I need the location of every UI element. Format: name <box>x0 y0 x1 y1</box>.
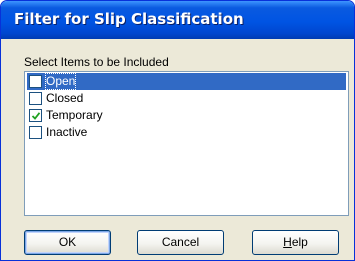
list-item-label: Inactive <box>46 125 88 139</box>
temporary-checkbox[interactable] <box>29 109 42 122</box>
list-item-label: Temporary <box>46 108 103 122</box>
list-item-temporary[interactable]: Temporary <box>27 107 346 124</box>
help-button[interactable]: Help <box>252 230 339 255</box>
title-bar[interactable]: Filter for Slip Classification <box>1 1 354 39</box>
dialog-title: Filter for Slip Classification <box>14 10 244 28</box>
ok-button[interactable]: OK <box>24 230 111 255</box>
closed-checkbox[interactable] <box>29 92 42 105</box>
open-checkbox[interactable] <box>29 75 42 88</box>
list-item-label: Closed <box>46 91 84 105</box>
list-item-open[interactable]: Open <box>27 73 346 90</box>
checkmark-icon <box>31 112 41 120</box>
classification-listbox[interactable]: Open Closed Temporary Inactive <box>24 71 349 216</box>
filter-dialog: Filter for Slip Classification Select It… <box>0 0 355 261</box>
inactive-checkbox[interactable] <box>29 126 42 139</box>
help-label-rest: elp <box>291 235 308 249</box>
dialog-body: Select Items to be Included Open Closed … <box>1 39 354 260</box>
cancel-button[interactable]: Cancel <box>137 230 224 255</box>
instruction-label: Select Items to be Included <box>24 55 169 69</box>
help-mnemonic: H <box>283 235 292 249</box>
list-item-inactive[interactable]: Inactive <box>27 124 346 141</box>
list-item-closed[interactable]: Closed <box>27 90 346 107</box>
list-item-label: Open <box>45 73 77 90</box>
